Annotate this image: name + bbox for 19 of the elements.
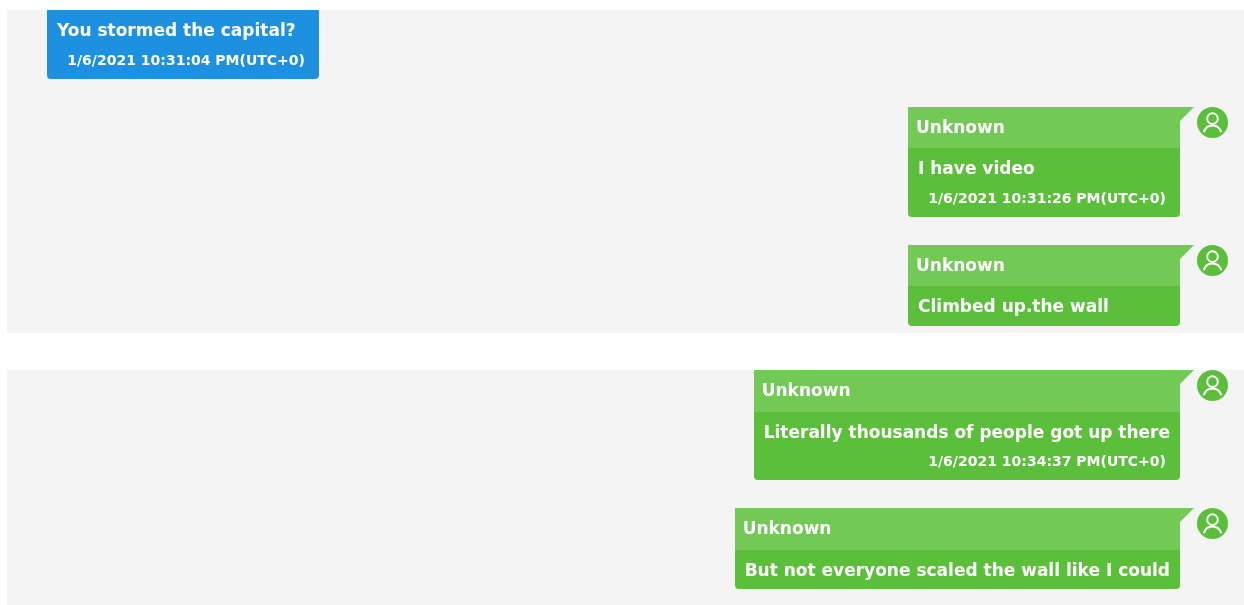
user-avatar-icon	[1197, 244, 1228, 276]
sender-name: Unknown	[908, 244, 1180, 286]
sender-name: Unknown	[734, 508, 1180, 550]
bubble-tail	[1180, 244, 1194, 259]
message-text: Literally thousands of people got up there	[762, 420, 1171, 444]
message-time: 1/6/2021 10:34:37 PM(UTC+0)	[927, 452, 1167, 471]
bubble-tail	[1180, 106, 1194, 121]
message-text: Climbed up.the wall	[917, 295, 1110, 318]
user-avatar-icon	[1197, 106, 1228, 138]
message-text: I have video	[917, 157, 1036, 180]
bubble-tail	[1180, 370, 1194, 384]
user-avatar-icon	[1197, 508, 1228, 539]
sender-name: Unknown	[908, 106, 1180, 148]
message-text: But not everyone scaled the wall like I could	[743, 558, 1171, 582]
message-time: 1/6/2021 10:31:26 PM(UTC+0)	[927, 188, 1167, 208]
bubble-tail	[1180, 508, 1194, 522]
message-text: You stormed the capital?	[56, 19, 297, 42]
sender-name: Unknown	[753, 370, 1180, 412]
message-time: 1/6/2021 10:31:04 PM(UTC+0)	[66, 50, 306, 70]
